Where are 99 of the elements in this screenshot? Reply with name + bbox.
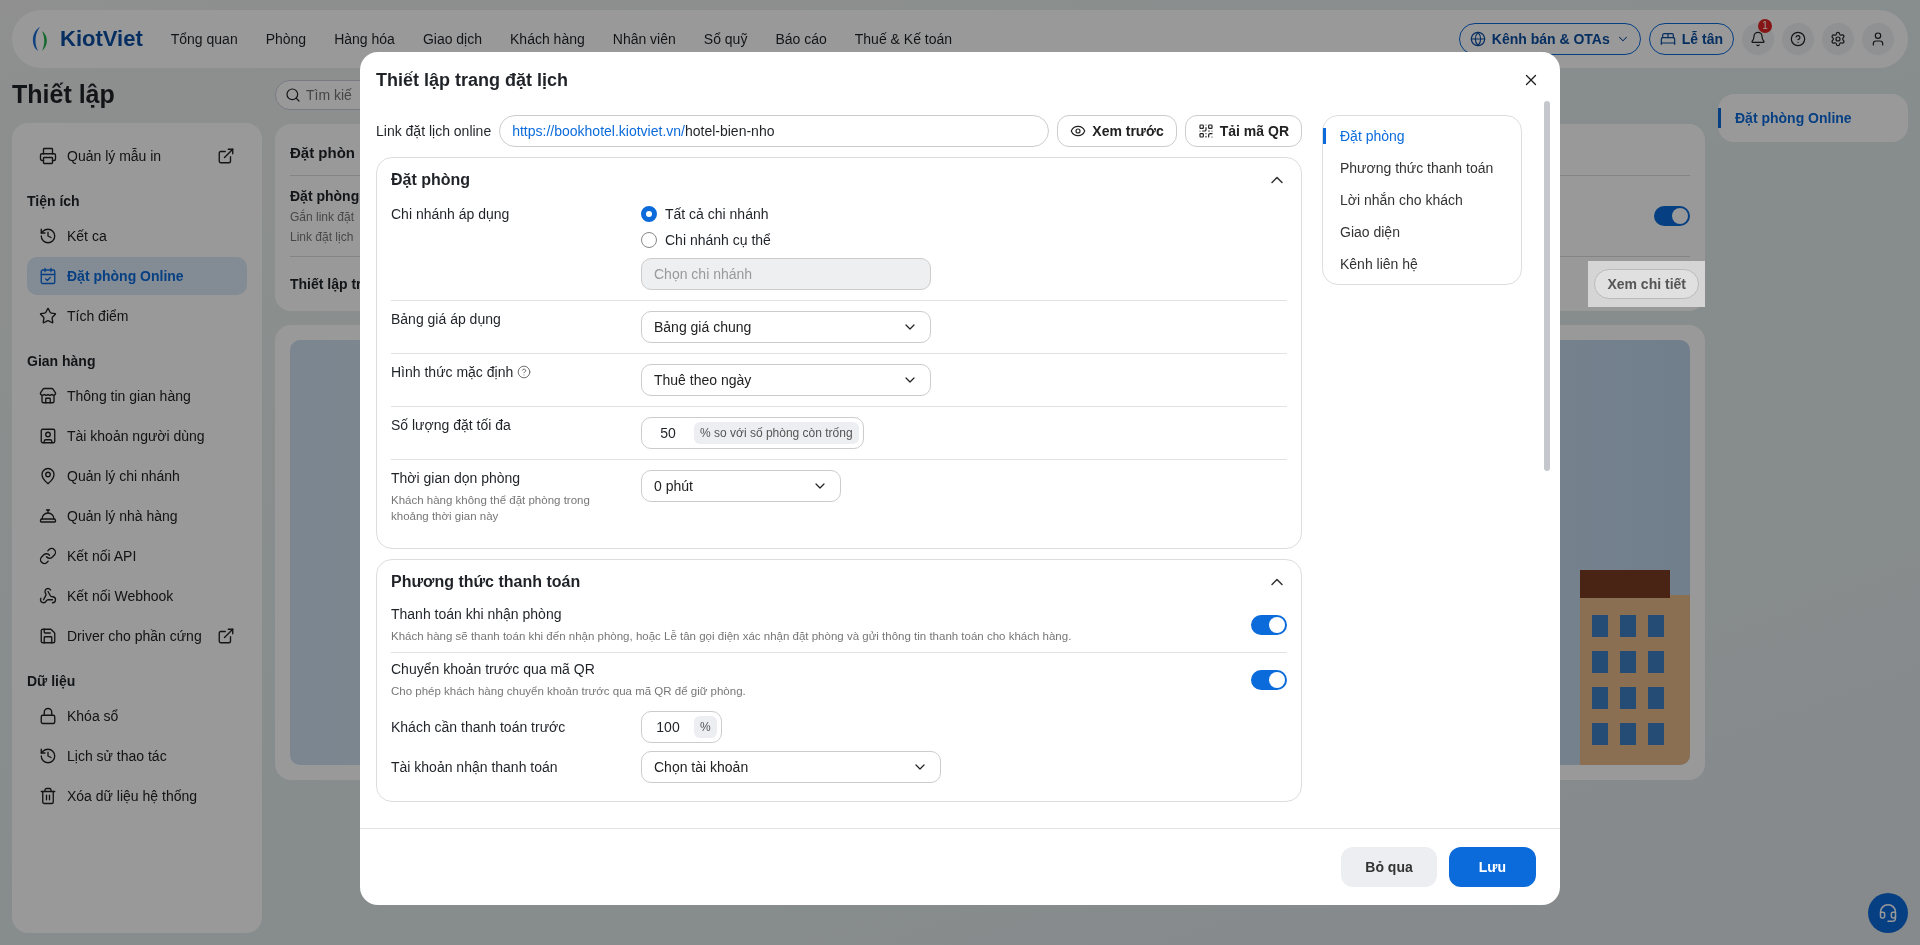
history-icon: [39, 227, 57, 245]
field-label: Thời gian dọn phòng: [391, 470, 522, 486]
dialog-title: Thiết lập trang đặt lịch: [376, 69, 568, 91]
history-icon: [39, 747, 57, 765]
headset-icon: [1878, 903, 1898, 923]
link-icon: [39, 547, 57, 565]
option-title: Chuyển khoản trước qua mã QR: [391, 661, 596, 678]
setting-title: Đặt phòng: [290, 188, 360, 204]
search-icon: [285, 87, 301, 103]
field-label: Số lượng đặt tối đa: [391, 417, 512, 433]
field-label: Bảng giá áp dụng: [391, 311, 502, 327]
webhook-icon: [39, 587, 57, 605]
setting-description: Gắn link đặt: [290, 210, 356, 224]
external-link-icon: [217, 627, 235, 645]
nav-item[interactable]: Nhân viên: [612, 31, 676, 47]
sidebar-item[interactable]: Tích điểm: [27, 297, 247, 335]
user-card-icon: [39, 427, 57, 445]
section-nav-link[interactable]: Phương thức thanh toán: [1323, 160, 1521, 176]
field-description: Khách hàng không thể đặt phòng trong khoảng thời gian này: [391, 493, 591, 525]
globe-icon: [1469, 31, 1486, 47]
field-label: Khách cần thanh toán trước: [391, 718, 567, 738]
eye-icon: [1070, 123, 1087, 139]
store-icon: [39, 387, 57, 405]
nav-item[interactable]: Hàng hóa: [334, 31, 395, 47]
channel-button[interactable]: Kênh bán & OTAs: [1458, 23, 1641, 55]
qr-code-icon: [1197, 123, 1214, 139]
link-label: Link đặt lịch online: [376, 123, 492, 139]
user-icon: [1870, 31, 1886, 47]
toggle-switch[interactable]: [1654, 206, 1690, 226]
field-label: Chi nhánh áp dụng: [391, 206, 511, 222]
sidebar-item[interactable]: Quản lý chi nhánh: [27, 457, 247, 495]
section-nav-link[interactable]: Kênh liên hệ: [1323, 256, 1521, 272]
nav-item[interactable]: Giao dịch: [422, 31, 483, 47]
sidebar-item[interactable]: Driver cho phần cứng: [27, 617, 247, 655]
sidebar-item[interactable]: Kết ca: [27, 217, 247, 255]
toggle-switch[interactable]: [1251, 615, 1287, 636]
logo-text: KiotViet: [60, 26, 143, 52]
number-field[interactable]: 50 % so với số phòng còn trống: [641, 417, 864, 449]
sidebar-item[interactable]: Quản lý mẫu in: [27, 137, 247, 175]
section-title: Phương thức thanh toán: [391, 573, 581, 592]
section-nav-link[interactable]: Giao diện: [1323, 224, 1521, 240]
select-field[interactable]: 0 phút: [641, 470, 841, 502]
sidebar-item[interactable]: Thông tin gian hàng: [27, 377, 247, 415]
sidebar-item[interactable]: Khóa sổ: [27, 697, 247, 735]
scrollbar[interactable]: [1544, 101, 1550, 471]
section-nav-link[interactable]: Lời nhắn cho khách: [1323, 192, 1521, 208]
calendar-icon: [39, 267, 57, 285]
printer-icon: [39, 147, 57, 165]
settings-button[interactable]: [1822, 23, 1854, 55]
save-button[interactable]: Lưu: [1448, 847, 1536, 887]
sidebar-item[interactable]: Tài khoản người dùng: [27, 417, 247, 455]
field-label: Hình thức mặc định: [391, 364, 641, 380]
option-description: Cho phép khách hàng chuyển khoản trước qua mã QR để giữ phòng.: [391, 684, 746, 700]
sidebar-item[interactable]: Quản lý nhà hàng: [27, 497, 247, 535]
nav-item[interactable]: Tổng quan: [170, 31, 238, 47]
bell-dome-icon: [39, 507, 57, 525]
save-icon: [39, 627, 57, 645]
detail-button[interactable]: Xem chi tiết: [1594, 269, 1699, 299]
nav-item[interactable]: Báo cáo: [775, 31, 827, 47]
bed-icon: [1659, 31, 1676, 47]
field-label: Tài khoản nhận thanh toán: [391, 758, 559, 778]
nav-item[interactable]: Sổ quỹ: [703, 31, 748, 47]
notification-badge: 1: [1758, 19, 1772, 33]
sidebar-item[interactable]: Lịch sử thao tác: [27, 737, 247, 775]
nav-item[interactable]: Khách hàng: [510, 31, 585, 47]
sidebar-item[interactable]: Kết nối API: [27, 537, 247, 575]
setting-description: Link đặt lịch: [290, 230, 355, 244]
option-title: Thanh toán khi nhận phòng: [391, 606, 563, 623]
nav-item[interactable]: Phòng: [265, 31, 307, 47]
star-icon: [39, 307, 57, 325]
reception-button[interactable]: Lễ tân: [1648, 23, 1734, 55]
section-nav-link[interactable]: Đặt phòng: [1323, 128, 1521, 144]
map-pin-icon: [39, 467, 57, 485]
sidebar-heading: Dữ liệu: [27, 673, 77, 689]
preview-button[interactable]: Xem trước: [1057, 115, 1177, 147]
lock-icon: [39, 707, 57, 725]
external-link-icon: [217, 147, 235, 165]
cancel-button[interactable]: Bỏ qua: [1341, 847, 1437, 887]
select-field[interactable]: Chọn tài khoản: [641, 751, 941, 784]
panel-link[interactable]: Đặt phòng Online: [1718, 108, 1908, 128]
sidebar-heading: Tiện ích: [27, 193, 81, 209]
sidebar-heading: Gian hàng: [27, 353, 97, 369]
settings-icon: [1830, 31, 1846, 47]
sidebar-item[interactable]: Kết nối Webhook: [27, 577, 247, 615]
help-icon: [1790, 31, 1806, 47]
sidebar-item[interactable]: Xóa dữ liệu hệ thống: [27, 777, 247, 815]
account-button[interactable]: [1862, 23, 1894, 55]
bell-icon: [1750, 31, 1766, 47]
help-button[interactable]: [1782, 23, 1814, 55]
setting-title: Thiết lập tr: [290, 276, 362, 292]
nav-item[interactable]: Thuế & Kế toán: [854, 31, 953, 47]
select-field[interactable]: Thuê theo ngày: [641, 364, 931, 396]
toggle-switch[interactable]: [1251, 670, 1287, 691]
option-description: Khách hàng sẽ thanh toán khi đến nhận phòng, hoặc Lễ tân gọi điện xác nhận đặt phòng và gửi thông tin thanh toán cho khách hàng.: [391, 629, 1072, 645]
page-title: Thiết lập: [12, 80, 116, 109]
qr-download-button[interactable]: Tải mã QR: [1184, 115, 1302, 147]
select-field[interactable]: Bảng giá chung: [641, 311, 931, 343]
trash-icon: [39, 787, 57, 805]
number-field[interactable]: 100 %: [641, 711, 722, 744]
